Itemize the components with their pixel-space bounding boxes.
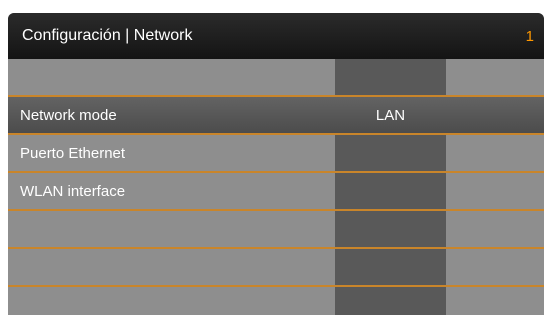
network-mode-value: LAN: [375, 106, 406, 124]
title-bar: Configuración | Network 1: [8, 13, 544, 59]
list-item-puerto-ethernet[interactable]: Puerto Ethernet: [8, 135, 544, 171]
device-screen: Configuración | Network 1 Network mode L…: [8, 13, 544, 315]
list-item-empty-3: [8, 249, 544, 285]
wlan-interface-label: WLAN interface: [20, 182, 126, 200]
list-item-empty-2: [8, 211, 544, 247]
list-item-network-mode[interactable]: Network mode LAN: [8, 97, 544, 133]
network-mode-label: Network mode: [20, 106, 117, 124]
page-title: Configuración | Network: [22, 27, 193, 44]
list-item-empty-1: [8, 59, 544, 95]
puerto-ethernet-label: Puerto Ethernet: [20, 144, 126, 162]
list-item-wlan-interface[interactable]: WLAN interface: [8, 173, 544, 209]
page-indicator: 1: [525, 27, 534, 45]
list-item-empty-4: [8, 287, 544, 315]
